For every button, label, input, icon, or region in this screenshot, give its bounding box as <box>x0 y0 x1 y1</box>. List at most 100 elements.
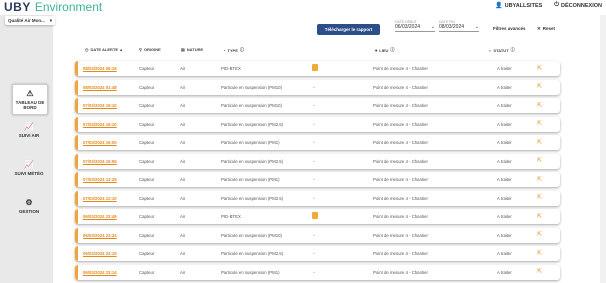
user-account-link[interactable]: 👤 UBYALLSITES <box>495 2 542 10</box>
chevron-down-icon: ⌄ <box>312 231 317 238</box>
alert-nature: Air <box>180 177 186 182</box>
alert-status: A traiter <box>497 121 512 127</box>
table-row[interactable]: 07/03/2024 16:00 Capteur Air Particule en s… <box>75 135 560 150</box>
alert-type: Particule en suspension (PM10) <box>221 84 282 90</box>
table-row[interactable]: 06/03/2024 23:34 Capteur Air Particule en s… <box>75 227 560 243</box>
location-icon: ⌖ <box>375 47 378 53</box>
gear-icon: ⚙ <box>25 198 33 207</box>
chevron-down-icon: ⌄ <box>312 102 317 108</box>
table-row[interactable]: 06/03/2024 23:19 Capteur Air Particule en s… <box>75 246 560 261</box>
download-report-button[interactable]: Télécharger le rapport <box>317 24 380 35</box>
col-point[interactable]: ⌖ LIEU ⓘ <box>375 47 394 53</box>
reset-label: Reset <box>542 26 556 31</box>
nav-item-label: SUIVI AIR <box>18 133 40 138</box>
user-links: 👤 UBYALLSITES ⏻ DÉCONNEXION <box>495 2 602 9</box>
share-icon[interactable]: ⇱ <box>537 268 542 275</box>
main-content: Télécharger le rapport DATE DÉBUT 06/03/… <box>75 15 563 283</box>
table-row[interactable]: 07/03/2024 12:10 Capteur Air Particule en s… <box>75 190 560 206</box>
date-start-value: 06/03/2024 <box>395 24 421 30</box>
alert-status: A traiter <box>497 195 512 201</box>
alert-nature: Air <box>180 158 186 164</box>
alert-type: PID-BTEX <box>221 214 241 219</box>
reset-button[interactable]: ✕ Reset <box>537 26 555 32</box>
alert-nature: Air <box>180 84 186 90</box>
share-icon[interactable]: ⇱ <box>537 250 542 257</box>
table-row[interactable]: 08/03/2024 06:19 Capteur Air PID-BTEX Point … <box>75 61 560 76</box>
alert-date-link[interactable]: 07/03/2024 16:10 <box>83 122 117 127</box>
alert-origin: Capteur <box>139 251 155 256</box>
date-start-field[interactable]: DATE DÉBUT 06/03/2024 ⌄ <box>395 20 435 32</box>
share-icon[interactable]: ⇱ <box>537 213 542 220</box>
col-status[interactable]: ◐ STATUT ⓘ <box>489 47 515 53</box>
alert-type: Particule en suspension (PM1) <box>221 269 280 275</box>
alert-date-link[interactable]: 07/03/2024 12:10 <box>83 196 117 201</box>
brand-primary: UBY <box>4 0 31 14</box>
table-row[interactable]: 07/03/2024 19:10 Capteur Air Particule en s… <box>75 98 560 113</box>
chevron-down-icon: ⌄ <box>312 194 317 201</box>
chevron-down-icon: ⌄ <box>312 139 317 145</box>
alert-date-link[interactable]: 07/03/2024 19:10 <box>83 103 117 108</box>
advanced-filters-button[interactable]: Filtres avancés <box>493 26 526 31</box>
alert-list: 08/03/2024 06:19 Capteur Air PID-BTEX Point … <box>75 61 563 283</box>
nav-item-weather[interactable]: 📈 SUIVI MÉTÉO <box>6 160 52 176</box>
alert-status: A traiter <box>497 103 512 108</box>
document-icon <box>312 212 318 221</box>
alert-point: Point de mesure 4 - Chantier <box>373 121 428 127</box>
scrollbar[interactable] <box>600 15 606 283</box>
share-icon[interactable]: ⇱ <box>537 176 542 183</box>
chevron-down-icon: ⌄ <box>312 250 317 256</box>
col-origin[interactable]: ⚲ ORIGINE <box>139 47 161 52</box>
chevron-down-icon: ⌄ <box>312 268 317 275</box>
nav-item-management[interactable]: ⚙ GESTION <box>6 198 52 214</box>
share-icon[interactable]: ⇱ <box>537 120 542 127</box>
col-date[interactable]: ◷ DATE ALERTE ▴ <box>85 47 122 52</box>
table-row[interactable]: 06/03/2024 23:49 Capteur Air PID-BTEX Point … <box>75 209 560 224</box>
table-row[interactable]: 07/03/2024 13:25 Capteur Air Particule en s… <box>75 172 560 187</box>
col-nature[interactable]: ▤ NATURE <box>181 47 203 52</box>
alert-nature: Air <box>180 232 186 238</box>
share-icon[interactable]: ⇱ <box>537 157 542 164</box>
alert-date-link[interactable]: 08/03/2024 01:48 <box>83 85 117 90</box>
alert-date-link[interactable]: 06/03/2024 23:34 <box>83 233 117 238</box>
col-type-label: TYPE <box>227 47 238 53</box>
share-icon[interactable]: ⇱ <box>537 83 542 90</box>
alert-point: Point de mesure 4 - Chantier <box>373 251 428 256</box>
col-status-label: STATUT <box>493 47 509 53</box>
share-icon[interactable]: ⇱ <box>537 139 542 146</box>
alert-date-link[interactable]: 06/03/2024 23:19 <box>83 251 117 256</box>
alert-origin: Capteur <box>139 232 155 238</box>
table-row[interactable]: 08/03/2024 01:48 Capteur Air Particule en s… <box>75 79 560 95</box>
alert-date-link[interactable]: 08/03/2024 06:19 <box>83 66 117 71</box>
alert-date-link[interactable]: 07/03/2024 13:25 <box>83 177 117 182</box>
nav-item-dashboard[interactable]: ⚠ TABLEAU DE BORD <box>12 84 48 115</box>
app-logo[interactable]: UBY Environment <box>4 0 102 14</box>
share-icon[interactable]: ⇱ <box>537 194 542 201</box>
site-select[interactable]: Qualité Air Mon... ▾ <box>5 16 55 25</box>
power-icon: ⏻ <box>554 2 560 8</box>
link-icon: ⚲ <box>139 47 142 52</box>
alert-date-link[interactable]: 07/03/2024 15:55 <box>83 159 117 164</box>
table-row[interactable]: 06/03/2024 23:14 Capteur Air Particule en s… <box>75 264 560 280</box>
date-end-field[interactable]: DATE FIN 08/03/2024 ⌄ <box>439 20 479 32</box>
alert-origin: Capteur <box>139 269 155 275</box>
alert-date-link[interactable]: 06/03/2024 23:49 <box>83 214 117 219</box>
share-icon[interactable]: ⇱ <box>537 231 542 238</box>
share-icon[interactable]: ⇱ <box>537 102 542 109</box>
alert-date-link[interactable]: 06/03/2024 23:14 <box>83 270 117 275</box>
table-row[interactable]: 07/03/2024 16:10 Capteur Air Particule en s… <box>75 116 560 132</box>
table-row[interactable]: 07/03/2024 15:55 Capteur Air Particule en s… <box>75 153 560 169</box>
table-header: ◷ DATE ALERTE ▴ ⚲ ORIGINE ▤ NATURE ◔ TYPE ⓘ ⌖ L… <box>75 45 563 55</box>
alert-status: A traiter <box>497 158 512 164</box>
chevron-down-icon: ⌄ <box>312 83 317 90</box>
list-icon: ▤ <box>181 47 185 52</box>
chart-icon: 📈 <box>24 160 34 169</box>
alert-date-link[interactable]: 07/03/2024 16:00 <box>83 140 117 145</box>
alert-status: A traiter <box>497 214 512 219</box>
share-icon[interactable]: ⇱ <box>537 65 542 72</box>
alert-origin: Capteur <box>139 214 155 219</box>
clock-icon: ◷ <box>85 47 89 52</box>
alert-nature: Air <box>180 251 186 256</box>
col-type[interactable]: ◔ TYPE ⓘ <box>223 47 244 53</box>
logout-link[interactable]: ⏻ DÉCONNEXION <box>554 2 602 9</box>
nav-item-air[interactable]: 📈 SUIVI AIR <box>6 122 52 138</box>
